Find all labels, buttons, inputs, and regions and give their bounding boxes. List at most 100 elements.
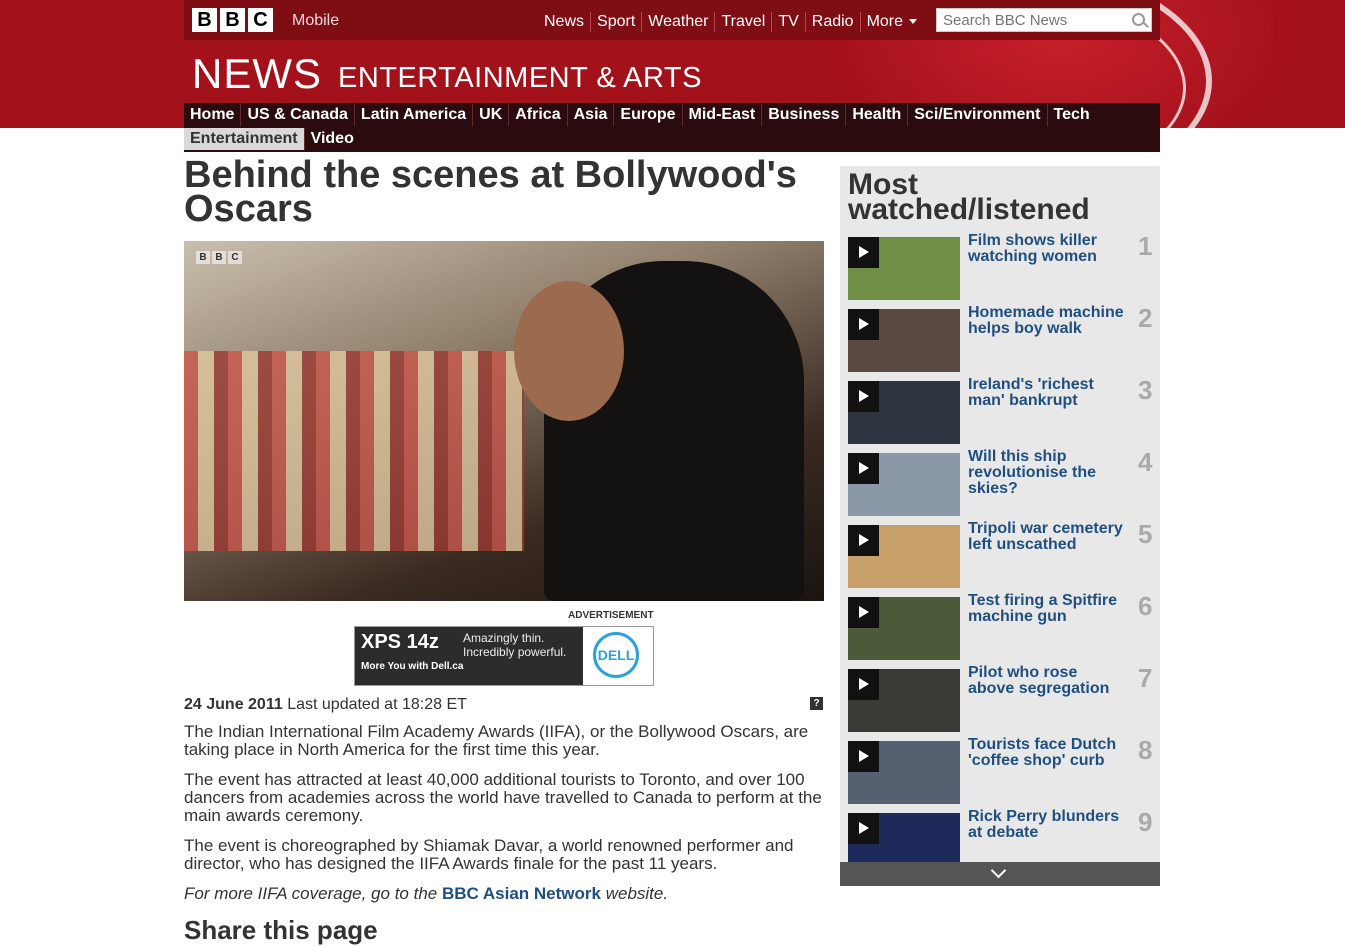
video-thumbnail[interactable] [848, 597, 960, 660]
video-watermark: B B C [196, 251, 242, 264]
most-watched-rank: 5 [1138, 519, 1153, 549]
bbc-asian-network-link[interactable]: BBC Asian Network [442, 884, 601, 903]
top-nav-tv[interactable]: TV [771, 12, 804, 32]
video-thumbnail[interactable] [848, 237, 960, 300]
most-watched-title[interactable]: Will this ship revolutionise the skies? [968, 449, 1126, 497]
most-watched-item[interactable]: Test firing a Spitfire machine gun 6 [848, 591, 1160, 669]
search-icon[interactable] [1132, 13, 1145, 26]
nav-uk[interactable]: UK [472, 104, 508, 126]
most-watched-title[interactable]: Rick Perry blunders at debate [968, 809, 1126, 841]
scroll-down-button[interactable] [840, 862, 1160, 886]
most-watched-item[interactable]: Film shows killer watching women 1 [848, 231, 1160, 309]
play-icon[interactable] [848, 237, 879, 268]
dell-logo: DELL [593, 632, 639, 678]
advertisement-banner[interactable]: XPS 14z Amazingly thin. Incredibly power… [354, 626, 654, 686]
most-watched-title[interactable]: Ireland's 'richest man' bankrupt [968, 377, 1126, 409]
most-watched-title[interactable]: Tourists face Dutch 'coffee shop' curb [968, 737, 1126, 769]
nav-us-canada[interactable]: US & Canada [240, 104, 353, 126]
top-nav-weather[interactable]: Weather [641, 12, 714, 32]
bbc-logo-letter: B [220, 8, 245, 32]
ad-product: XPS 14z [361, 631, 439, 653]
last-updated: Last updated at 18:28 ET [287, 696, 467, 713]
play-icon[interactable] [848, 813, 879, 844]
most-watched-item[interactable]: Pilot who rose above segregation 7 [848, 663, 1160, 741]
ad-tagline: Amazingly thin. Incredibly powerful. [463, 631, 567, 659]
play-icon[interactable] [848, 669, 879, 700]
video-thumbnail[interactable] [848, 381, 960, 444]
most-watched-heading: Most watched/listened [848, 168, 1090, 226]
top-nav-more-label: More [866, 13, 904, 30]
most-watched-item[interactable]: Homemade machine helps boy walk 2 [848, 303, 1160, 381]
video-thumbnail[interactable] [848, 669, 960, 732]
top-bar: B B C Mobile News Sport Weather Travel T… [184, 0, 1160, 40]
article-headline: Behind the scenes at Bollywood's Oscars [184, 154, 797, 230]
play-icon[interactable] [848, 309, 879, 340]
play-icon[interactable] [848, 741, 879, 772]
nav-business[interactable]: Business [761, 104, 845, 126]
article-paragraph: The event has attracted at least 40,000 … [184, 770, 822, 825]
top-nav-radio[interactable]: Radio [804, 12, 860, 32]
most-watched-title[interactable]: Homemade machine helps boy walk [968, 305, 1126, 337]
nav-entertainment[interactable]: Entertainment [184, 128, 304, 150]
nav-latin-america[interactable]: Latin America [353, 104, 472, 126]
nav-europe[interactable]: Europe [613, 104, 681, 126]
nav-mid-east[interactable]: Mid-East [681, 104, 762, 126]
bbc-logo-letter: C [248, 8, 273, 32]
ad-brand-box: DELL [583, 627, 653, 685]
main-nav-row: Home US & Canada Latin America UK Africa… [184, 103, 1160, 127]
most-watched-item[interactable]: Tripoli war cemetery left unscathed 5 [848, 519, 1160, 597]
most-watched-rank: 9 [1138, 807, 1153, 837]
most-watched-title[interactable]: Test firing a Spitfire machine gun [968, 593, 1126, 625]
top-nav-sport[interactable]: Sport [590, 12, 641, 32]
section-title[interactable]: ENTERTAINMENT & ARTS [338, 62, 702, 95]
watermark-letter: B [196, 251, 210, 264]
most-watched-item[interactable]: Ireland's 'richest man' bankrupt 3 [848, 375, 1160, 453]
bbc-logo[interactable]: B B C [192, 8, 273, 32]
coverage-note: For more IIFA coverage, go to the BBC As… [184, 885, 824, 903]
nav-africa[interactable]: Africa [508, 104, 566, 126]
nav-health[interactable]: Health [845, 104, 907, 126]
advertisement-label: ADVERTISEMENT [568, 610, 654, 621]
main-nav-row: Entertainment Video [184, 127, 1160, 151]
most-watched-rank: 6 [1138, 591, 1153, 621]
article-paragraph: The Indian International Film Academy Aw… [184, 722, 809, 759]
video-thumbnail[interactable] [848, 525, 960, 588]
coverage-prefix: For more IIFA coverage, go to the [184, 884, 438, 903]
play-icon[interactable] [848, 525, 879, 556]
nav-sci-environment[interactable]: Sci/Environment [907, 104, 1046, 126]
article-date: 24 June 2011 [184, 696, 283, 713]
play-icon[interactable] [848, 453, 879, 484]
search-input[interactable] [937, 9, 1129, 31]
play-icon[interactable] [848, 381, 879, 412]
most-watched-rank: 8 [1138, 735, 1153, 765]
help-icon[interactable]: ? [810, 697, 823, 710]
article-paragraph: The event is choreographed by Shiamak Da… [184, 836, 794, 873]
video-thumbnail[interactable] [848, 309, 960, 372]
nav-home[interactable]: Home [184, 104, 240, 126]
most-watched-title[interactable]: Pilot who rose above segregation [968, 665, 1126, 697]
video-scene-background [184, 351, 524, 551]
play-icon[interactable] [848, 597, 879, 628]
most-watched-title[interactable]: Film shows killer watching women [968, 233, 1126, 265]
video-thumbnail[interactable] [848, 453, 960, 516]
most-watched-item[interactable]: Will this ship revolutionise the skies? … [848, 447, 1160, 525]
video-thumbnail[interactable] [848, 741, 960, 804]
watermark-letter: C [228, 251, 242, 264]
most-watched-item[interactable]: Tourists face Dutch 'coffee shop' curb 8 [848, 735, 1160, 813]
watermark-letter: B [212, 251, 226, 264]
most-watched-rank: 3 [1138, 375, 1153, 405]
video-player[interactable]: B B C [184, 241, 824, 601]
article-body: The Indian International Film Academy Aw… [184, 723, 824, 915]
nav-tech[interactable]: Tech [1046, 104, 1096, 126]
top-nav-more[interactable]: More [859, 12, 923, 32]
top-nav-travel[interactable]: Travel [714, 12, 771, 32]
top-nav: News Sport Weather Travel TV Radio More [538, 12, 923, 32]
nav-video[interactable]: Video [303, 128, 360, 150]
top-nav-news[interactable]: News [538, 12, 590, 32]
news-logo[interactable]: NEWS [192, 50, 322, 98]
video-scene-face [514, 281, 624, 421]
bbc-logo-letter: B [192, 8, 217, 32]
coverage-suffix: website. [605, 884, 669, 903]
nav-asia[interactable]: Asia [566, 104, 614, 126]
most-watched-title[interactable]: Tripoli war cemetery left unscathed [968, 521, 1126, 553]
